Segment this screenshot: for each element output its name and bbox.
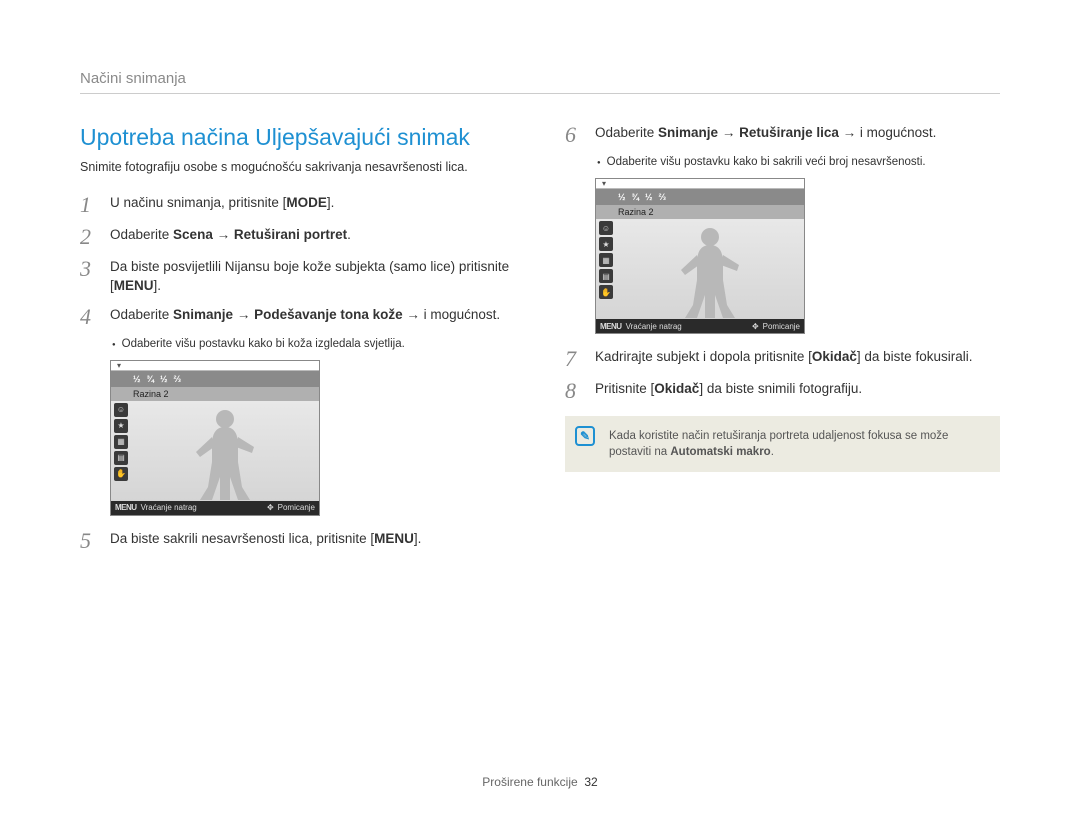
step-6: 6 Odaberite Snimanje → Retuširanje lica … — [565, 124, 1000, 146]
page-footer: Proširene funkcije 32 — [0, 775, 1080, 789]
face-icon: ☺ — [114, 403, 128, 417]
step-body: Odaberite Snimanje → Retuširanje lica → … — [595, 124, 1000, 143]
person-silhouette-icon — [190, 407, 260, 501]
grid-icon: ▤ — [599, 269, 613, 283]
sub-bullet: Odaberite višu postavku kako bi koža izg… — [112, 338, 515, 350]
move-icon: ✥ — [752, 322, 759, 331]
step-body: U načinu snimanja, pritisnite [MODE]. — [110, 194, 515, 213]
step-5: 5 Da biste sakrili nesavršenosti lica, p… — [80, 530, 515, 552]
step-number: 3 — [80, 258, 98, 280]
step-body: Pritisnite [Okidač] da biste snimili fot… — [595, 380, 1000, 399]
left-column: Upotreba načina Uljepšavajući snimak Sni… — [80, 124, 515, 562]
person-silhouette-icon — [675, 225, 745, 319]
lcd-level-label: Razina 2 — [111, 387, 319, 401]
step-1: 1 U načinu snimanja, pritisnite [MODE]. — [80, 194, 515, 216]
intro-text: Snimite fotografiju osobe s mogućnošću s… — [80, 159, 515, 176]
step-number: 2 — [80, 226, 98, 248]
footer-section-label: Proširene funkcije — [482, 775, 577, 789]
menu-label: MENU — [115, 503, 137, 512]
step-7: 7 Kadrirajte subjekt i dopola pritisnite… — [565, 348, 1000, 370]
sub-bullet-text: Odaberite višu postavku kako bi sakrili … — [607, 156, 926, 168]
lcd-level-strip: ½ ¾ ½ ⅔ — [596, 189, 804, 205]
move-label: Pomicanje — [763, 322, 800, 331]
step-8: 8 Pritisnite [Okidač] da biste snimili f… — [565, 380, 1000, 402]
camera-lcd-preview: ½ ¾ ½ ⅔ Razina 2 ⚡ ✎ ☺ ★ ▦ ▤ — [110, 360, 320, 516]
face-icon: ☺ — [599, 221, 613, 235]
step-4: 4 Odaberite Snimanje → Podešavanje tona … — [80, 306, 515, 328]
step-2: 2 Odaberite Scena → Retuširani portret. — [80, 226, 515, 248]
step-body: Kadrirajte subjekt i dopola pritisnite [… — [595, 348, 1000, 367]
section-title: Upotreba načina Uljepšavajući snimak — [80, 124, 515, 151]
lcd-footer-bar: MENU Vraćanje natrag ✥ Pomicanje — [596, 319, 804, 333]
right-column: 6 Odaberite Snimanje → Retuširanje lica … — [565, 124, 1000, 562]
af-icon: ▦ — [599, 253, 613, 267]
step-number: 8 — [565, 380, 583, 402]
hand-icon: ✋ — [599, 285, 613, 299]
step-body: Da biste posvijetlili Nijansu boje kože … — [110, 258, 515, 296]
breadcrumb: Načini snimanja — [80, 70, 1000, 94]
lcd-side-icons: ⚡ ✎ ☺ ★ ▦ ▤ ✋ — [599, 219, 615, 299]
lcd-level-label: Razina 2 — [596, 205, 804, 219]
sub-bullet: Odaberite višu postavku kako bi sakrili … — [597, 156, 1000, 168]
sub-bullet-text: Odaberite višu postavku kako bi koža izg… — [122, 338, 405, 350]
camera-lcd-preview: ½ ¾ ½ ⅔ Razina 2 ⚡ ✎ ☺ ★ ▦ ▤ — [595, 178, 805, 334]
menu-label: MENU — [600, 322, 622, 331]
lcd-footer-bar: MENU Vraćanje natrag ✥ Pomicanje — [111, 501, 319, 515]
move-icon: ✥ — [267, 503, 274, 512]
note-text: Kada koristite način retuširanja portret… — [609, 430, 948, 458]
back-label: Vraćanje natrag — [626, 322, 682, 331]
lcd-level-strip: ½ ¾ ½ ⅔ — [111, 371, 319, 387]
step-body: Odaberite Snimanje → Podešavanje tona ko… — [110, 306, 515, 325]
step-number: 6 — [565, 124, 583, 146]
step-body: Da biste sakrili nesavršenosti lica, pri… — [110, 530, 515, 549]
star-icon: ★ — [599, 237, 613, 251]
step-number: 1 — [80, 194, 98, 216]
move-label: Pomicanje — [278, 503, 315, 512]
step-number: 7 — [565, 348, 583, 370]
page-number: 32 — [584, 775, 597, 789]
lcd-side-icons: ⚡ ✎ ☺ ★ ▦ ▤ ✋ — [114, 401, 130, 481]
note-box: ✎ Kada koristite način retuširanja portr… — [565, 416, 1000, 472]
af-icon: ▦ — [114, 435, 128, 449]
info-icon: ✎ — [575, 426, 595, 446]
step-number: 4 — [80, 306, 98, 328]
grid-icon: ▤ — [114, 451, 128, 465]
hand-icon: ✋ — [114, 467, 128, 481]
star-icon: ★ — [114, 419, 128, 433]
back-label: Vraćanje natrag — [141, 503, 197, 512]
step-number: 5 — [80, 530, 98, 552]
step-3: 3 Da biste posvijetlili Nijansu boje kož… — [80, 258, 515, 296]
step-body: Odaberite Scena → Retuširani portret. — [110, 226, 515, 245]
